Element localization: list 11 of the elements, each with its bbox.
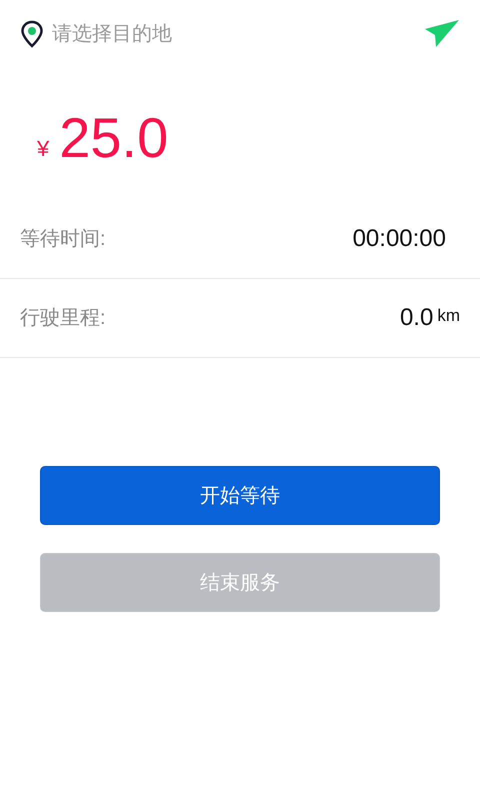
stat-value: 0.0: [400, 303, 434, 333]
action-button[interactable]: 开始等待: [40, 466, 440, 525]
location-pin-icon: [20, 20, 44, 48]
unit-label: km: [437, 305, 460, 327]
destination-field[interactable]: 请选择目的地: [52, 19, 424, 49]
send-icon[interactable]: [424, 19, 460, 49]
fare-amount: 25.0: [59, 110, 168, 166]
stat-label: 等待时间:: [20, 227, 106, 252]
currency-symbol: ¥: [37, 135, 50, 163]
stat-value: 00:00:00: [352, 224, 447, 254]
stat-label: 行驶里程:: [20, 306, 106, 331]
